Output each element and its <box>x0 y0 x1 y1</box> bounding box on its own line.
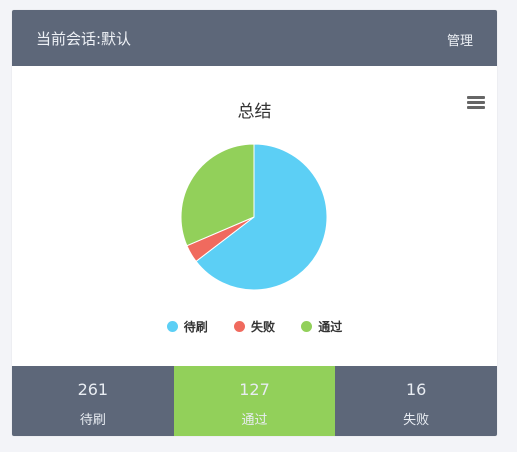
legend-item-pending[interactable]: 待刷 <box>166 318 208 335</box>
chart-title: 总结 <box>237 102 272 122</box>
legend-item-passed[interactable]: 通过 <box>301 318 342 335</box>
session-card: 当前会话:默认 管理 总结 待刷 失败 通过 261 待刷 127 通过 16 … <box>12 10 497 436</box>
stat-label: 失败 <box>403 413 430 428</box>
legend-dot <box>233 321 245 332</box>
legend-label: 失败 <box>250 320 275 334</box>
session-title: 当前会话:默认 <box>36 30 132 48</box>
menu-bar <box>467 106 485 109</box>
stat-passed[interactable]: 127 通过 <box>173 366 336 436</box>
stat-value: 16 <box>406 380 427 399</box>
chart-legend: 待刷 失败 通过 <box>12 318 497 335</box>
manage-link[interactable]: 管理 <box>447 30 473 49</box>
hamburger-menu-icon[interactable] <box>467 96 485 110</box>
menu-bar <box>467 101 485 104</box>
card-header: 当前会话:默认 管理 <box>12 10 497 66</box>
stat-failed[interactable]: 16 失败 <box>335 366 497 436</box>
chart-area: 总结 待刷 失败 通过 <box>12 66 497 366</box>
legend-label: 通过 <box>318 320 343 334</box>
stat-label: 待刷 <box>79 413 106 428</box>
legend-dot <box>166 321 178 332</box>
menu-bar <box>467 96 485 99</box>
legend-dot <box>301 321 313 332</box>
stat-label: 通过 <box>241 413 268 428</box>
legend-label: 待刷 <box>183 320 208 334</box>
stat-value: 261 <box>77 380 109 399</box>
stats-bar: 261 待刷 127 通过 16 失败 <box>12 366 497 436</box>
stat-pending[interactable]: 261 待刷 <box>12 366 174 436</box>
stat-value: 127 <box>239 380 270 399</box>
legend-item-failed[interactable]: 失败 <box>233 318 275 335</box>
